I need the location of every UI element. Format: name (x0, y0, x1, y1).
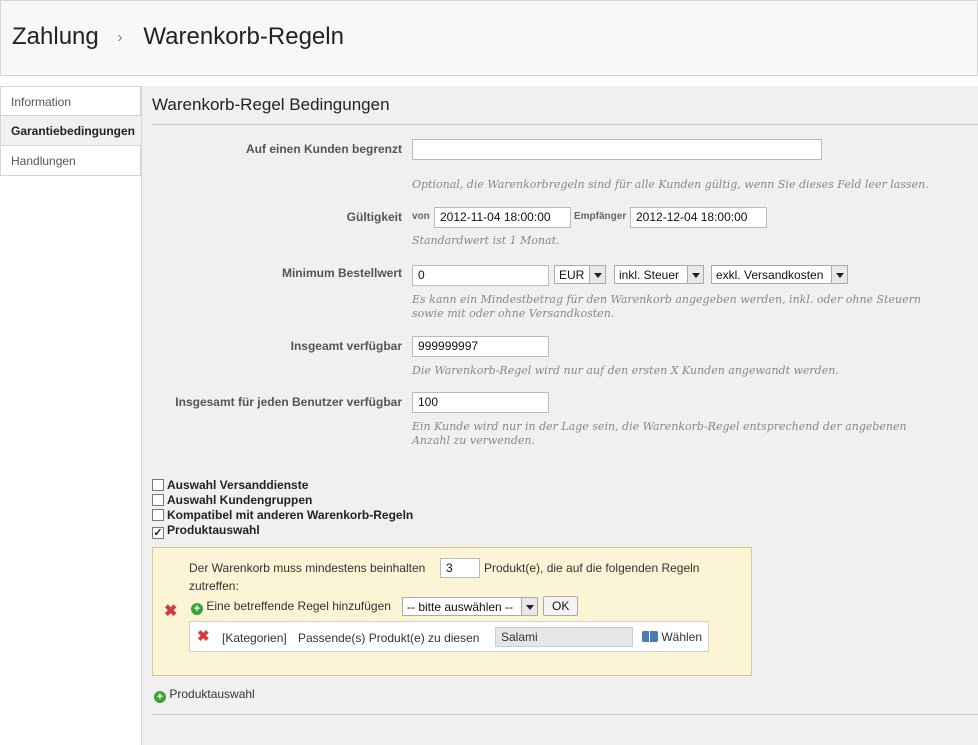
rule-quantity-input[interactable]: 3 (440, 558, 480, 578)
total-available-hint: Die Warenkorb-Regel wird nur auf den ers… (412, 364, 839, 377)
rule-item: ✖ [Kategorien] Passende(s) Produkt(e) zu… (189, 621, 709, 652)
customer-input[interactable] (412, 139, 822, 160)
validity-label: Gültigkeit (346, 210, 402, 224)
rule-text-after: Produkt(e), die auf die folgenden Regeln (484, 561, 700, 575)
tab-garantiebedingungen[interactable]: Garantiebedingungen (0, 116, 141, 146)
chevron-down-icon (589, 266, 605, 283)
rule-type-select[interactable]: -- bitte auswählen -- (402, 597, 538, 616)
per-user-input[interactable]: 100 (412, 392, 549, 413)
tax-select-value: inkl. Steuer (619, 268, 680, 282)
shipping-select-value: exkl. Versandkosten (716, 268, 824, 282)
add-rule-link[interactable]: + Eine betreffende Regel hinzufügen (191, 599, 391, 615)
breadcrumb: Zahlung › Warenkorb-Regeln (12, 23, 344, 51)
minimum-amount-input[interactable]: 0 (412, 265, 549, 286)
per-user-hint-line2: Anzahl zu verwenden. (412, 434, 535, 447)
validity-from-label: von (412, 211, 430, 222)
currency-select-value: EUR (559, 268, 585, 282)
minimum-hint-line1: Es kann ein Mindestbetrag für den Warenk… (412, 293, 921, 306)
shipping-select[interactable]: exkl. Versandkosten (711, 265, 848, 284)
checkbox-label: Auswahl Kundengruppen (167, 493, 313, 507)
currency-select[interactable]: EUR (554, 265, 606, 284)
add-icon: + (191, 603, 203, 615)
breadcrumb-separator-icon: › (117, 29, 123, 46)
remove-rule-group-icon[interactable]: ✖ (164, 601, 177, 621)
add-rule-label: Eine betreffende Regel hinzufügen (206, 599, 391, 613)
ok-button[interactable]: OK (543, 596, 579, 616)
conditions-panel: Warenkorb-Regel Bedingungen Auf einen Ku… (141, 86, 978, 745)
checkbox-shipping-selection[interactable]: Auswahl Versanddienste (152, 478, 308, 492)
panel-title: Warenkorb-Regel Bedingungen (152, 95, 390, 114)
divider (152, 714, 978, 715)
checkbox-checked[interactable]: ✓ (152, 527, 164, 539)
rule-quantity-row: Der Warenkorb muss mindestens beinhalten (189, 561, 425, 575)
customer-label: Auf einen Kunden begrenzt (246, 142, 402, 156)
breadcrumb-current: Warenkorb-Regeln (143, 23, 344, 50)
chevron-down-icon (687, 266, 703, 283)
checkbox-customer-groups[interactable]: Auswahl Kundengruppen (152, 493, 312, 507)
sidebar-tabs: Information Garantiebedingungen Handlung… (0, 86, 141, 176)
product-rule-group: ✖ Der Warenkorb muss mindestens beinhalt… (152, 547, 752, 676)
validity-from-input[interactable]: 2012-11-04 18:00:00 (434, 207, 571, 228)
minimum-hint-line2: sowie mit oder ohne Versandkosten. (412, 307, 615, 320)
book-icon (642, 631, 658, 642)
checkbox-compatible-rules[interactable]: Kompatibel mit anderen Warenkorb-Regeln (152, 508, 413, 522)
add-icon: + (154, 691, 166, 703)
remove-rule-icon[interactable]: ✖ (197, 627, 210, 645)
customer-hint: Optional, die Warenkorbregeln sind für a… (412, 178, 929, 191)
rule-item-value[interactable]: Salami (495, 627, 633, 647)
add-product-selection-label: Produktauswahl (169, 687, 255, 701)
tab-handlungen[interactable]: Handlungen (0, 146, 141, 176)
per-user-label: Insgesamt für jeden Benutzer verfügbar (175, 395, 402, 409)
rule-text-before: Der Warenkorb muss mindestens beinhalten (189, 561, 426, 575)
checkbox-label: Kompatibel mit anderen Warenkorb-Regeln (167, 508, 414, 522)
checkbox[interactable] (152, 479, 164, 491)
choose-label: Wählen (661, 630, 703, 644)
divider (152, 124, 978, 125)
tax-select[interactable]: inkl. Steuer (614, 265, 704, 284)
per-user-hint-line1: Ein Kunde wird nur in der Lage sein, die… (412, 420, 907, 433)
total-available-input[interactable]: 999999997 (412, 336, 549, 357)
checkbox-label: Auswahl Versanddienste (167, 478, 309, 492)
total-available-label: Insgeamt verfügbar (290, 339, 402, 353)
tab-information[interactable]: Information (0, 86, 141, 116)
checkbox-product-selection[interactable]: ✓ Produktauswahl (152, 523, 260, 539)
breadcrumb-parent[interactable]: Zahlung (12, 23, 99, 50)
page-header: Zahlung › Warenkorb-Regeln (0, 0, 978, 76)
validity-hint: Standardwert ist 1 Monat. (412, 234, 560, 247)
rule-item-text: Passende(s) Produkt(e) zu diesen (298, 631, 480, 645)
add-product-selection-link[interactable]: + Produktauswahl (154, 687, 255, 703)
rule-type-select-value: -- bitte auswählen -- (407, 600, 514, 614)
rule-item-type: [Kategorien] (222, 631, 287, 645)
checkbox[interactable] (152, 509, 164, 521)
chevron-down-icon (831, 266, 847, 283)
checkbox-label: Produktauswahl (167, 523, 260, 537)
checkbox[interactable] (152, 494, 164, 506)
minimum-label: Minimum Bestellwert (281, 266, 402, 280)
chevron-down-icon (521, 598, 537, 615)
validity-to-label: Empfänger (574, 211, 627, 222)
rule-text-line2: zutreffen: (189, 579, 239, 593)
validity-to-input[interactable]: 2012-12-04 18:00:00 (630, 207, 767, 228)
choose-button[interactable]: Wählen (642, 630, 702, 644)
